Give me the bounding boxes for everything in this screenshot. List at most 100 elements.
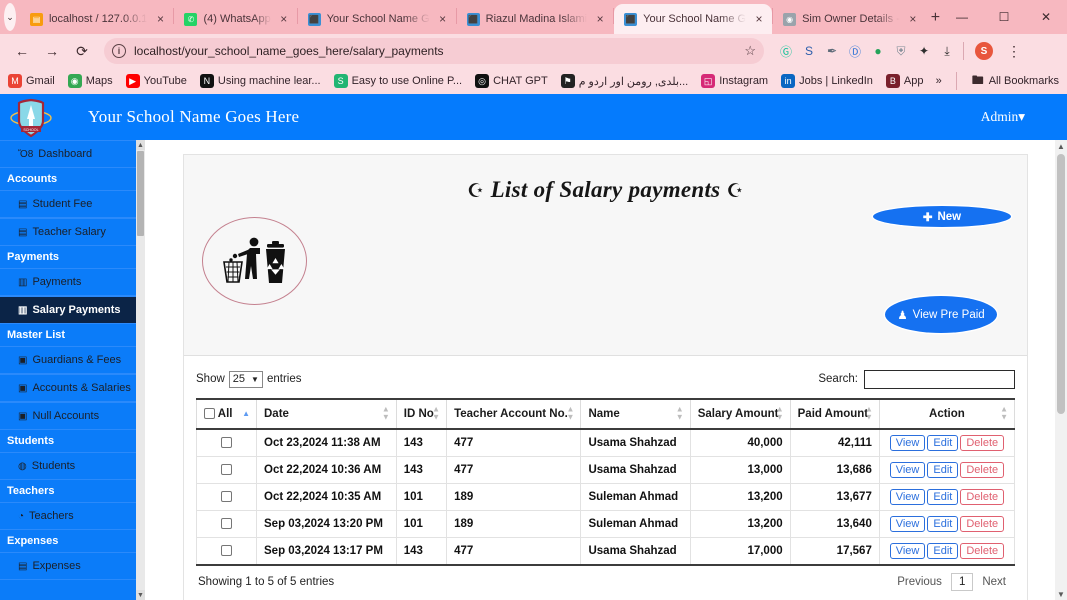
site-info-icon[interactable]: i xyxy=(112,44,126,58)
bookmark-item[interactable]: in Jobs | LinkedIn xyxy=(781,74,873,88)
browser-tab[interactable]: ▤ localhost / 127.0.0.1 × xyxy=(20,4,173,34)
edit-button[interactable]: Edit xyxy=(927,543,959,559)
new-button[interactable]: ✚ New xyxy=(873,206,1011,227)
chrome-menu-button[interactable]: ⋮ xyxy=(1000,37,1028,65)
close-tab-button[interactable]: × xyxy=(752,13,766,25)
sidebar-item-null-accounts[interactable]: ▣ Null Accounts xyxy=(0,402,136,430)
column-select-all[interactable]: All ▲ xyxy=(196,398,257,430)
bookmark-item[interactable]: ◎ CHAT GPT xyxy=(475,74,548,88)
delete-button[interactable]: Delete xyxy=(960,435,1005,451)
minimize-button[interactable]: — xyxy=(941,1,983,33)
close-tab-button[interactable]: × xyxy=(277,13,291,25)
select-all-checkbox[interactable] xyxy=(204,408,215,420)
browser-tab[interactable]: ⬛ Your School Name G × xyxy=(298,4,456,34)
sidebar-scroll-up-icon[interactable]: ▲ xyxy=(136,140,145,150)
s-extension-icon[interactable]: S xyxy=(799,41,819,61)
view-button[interactable]: View xyxy=(889,516,926,532)
bookmark-item[interactable]: ▶ YouTube xyxy=(125,74,187,88)
delete-button[interactable]: Delete xyxy=(960,462,1005,478)
sidebar-scroll-down-icon[interactable]: ▼ xyxy=(136,590,145,600)
sidebar-item-accounts-salaries[interactable]: ▣ Accounts & Salaries xyxy=(0,374,136,402)
delete-button[interactable]: Delete xyxy=(960,543,1005,559)
column-date[interactable]: Date ▲ ▼ xyxy=(256,398,397,430)
docs-extension-icon[interactable]: Ⓓ xyxy=(845,41,865,61)
pen-extension-icon[interactable]: ✒ xyxy=(822,41,842,61)
view-button[interactable]: View xyxy=(889,543,926,559)
sidebar-scrollbar[interactable]: ▲ ▼ xyxy=(136,140,145,600)
profile-button[interactable]: S xyxy=(970,37,998,65)
all-bookmarks-button[interactable]: 🖿 All Bookmarks xyxy=(971,73,1059,88)
browser-tab[interactable]: ✆ (4) WhatsApp × xyxy=(174,4,296,34)
bookmarks-overflow-icon[interactable]: » xyxy=(936,75,942,87)
close-tab-button[interactable]: × xyxy=(593,13,607,25)
bookmark-item[interactable]: ◱ Instagram xyxy=(701,74,768,88)
admin-dropdown[interactable]: Admin▾ xyxy=(981,109,1025,125)
page-scrollbar[interactable]: ▲ ▼ xyxy=(1055,140,1067,600)
sort-icon[interactable]: ▲ xyxy=(242,409,250,418)
edit-button[interactable]: Edit xyxy=(927,489,959,505)
browser-tab[interactable]: ⬛ Riazul Madina Islami × xyxy=(457,4,613,34)
new-tab-button[interactable]: + xyxy=(930,5,941,31)
tab-search-button[interactable]: ⌄ xyxy=(4,3,16,31)
bookmark-item[interactable]: BAppointment - Italy... xyxy=(885,74,923,88)
shield-extension-icon[interactable]: ⛨ xyxy=(891,41,911,61)
row-checkbox[interactable] xyxy=(221,437,232,449)
maximize-button[interactable]: ☐ xyxy=(983,1,1025,33)
bookmark-item[interactable]: M Gmail xyxy=(8,74,55,88)
sort-icon[interactable]: ▲ ▼ xyxy=(382,405,390,423)
sidebar-scroll-thumb[interactable] xyxy=(137,151,144,236)
puzzle-extension-icon[interactable]: ✦ xyxy=(914,41,934,61)
sort-icon[interactable]: ▲ ▼ xyxy=(432,405,440,423)
view-button[interactable]: View xyxy=(889,462,926,478)
reload-button[interactable]: ⟳ xyxy=(68,37,96,65)
recycle-bin-icon[interactable] xyxy=(202,217,307,305)
sidebar-item-payments[interactable]: ▥ Payments xyxy=(0,268,136,296)
edit-button[interactable]: Edit xyxy=(927,462,959,478)
view-button[interactable]: View xyxy=(889,435,926,451)
edit-button[interactable]: Edit xyxy=(927,516,959,532)
row-checkbox[interactable] xyxy=(221,491,232,503)
pagination-next[interactable]: Next xyxy=(975,574,1013,590)
whatsapp-extension-icon[interactable]: ● xyxy=(868,41,888,61)
back-button[interactable]: ← xyxy=(8,37,36,65)
column-name[interactable]: Name ▲ ▼ xyxy=(580,398,691,430)
edit-button[interactable]: Edit xyxy=(927,435,959,451)
sort-icon[interactable]: ▲ ▼ xyxy=(776,405,784,423)
sort-icon[interactable]: ▲ ▼ xyxy=(676,405,684,423)
sidebar-item-students[interactable]: ◍ Students xyxy=(0,452,136,480)
sidebar-item-teacher-salary[interactable]: ▤ Teacher Salary xyxy=(0,218,136,246)
sidebar-item-student-fee[interactable]: ▤ Student Fee xyxy=(0,190,136,218)
sidebar-item-dashboard[interactable]: Ὄ8 Dashboard xyxy=(0,140,136,168)
download-extension-icon[interactable]: ⤓ xyxy=(937,41,957,61)
sidebar-item-guardians-fees[interactable]: ▣ Guardians & Fees xyxy=(0,346,136,374)
close-tab-button[interactable]: × xyxy=(153,13,167,25)
close-window-button[interactable]: ✕ xyxy=(1025,1,1067,33)
page-size-select[interactable]: 25 ▼ xyxy=(228,370,263,388)
sort-icon[interactable]: ▲ ▼ xyxy=(567,405,575,423)
view-button[interactable]: View xyxy=(889,489,926,505)
sort-icon[interactable]: ▲ ▼ xyxy=(1000,405,1008,423)
browser-tab[interactable]: ⬛ Your School Name G × xyxy=(614,4,773,34)
row-checkbox[interactable] xyxy=(221,518,232,530)
row-checkbox[interactable] xyxy=(221,464,232,476)
column-paid-amount[interactable]: Paid Amount ▲ ▼ xyxy=(789,398,880,430)
bookmark-item[interactable]: S Easy to use Online P... xyxy=(333,74,462,88)
delete-button[interactable]: Delete xyxy=(960,516,1005,532)
forward-button[interactable]: → xyxy=(38,37,66,65)
close-tab-button[interactable]: × xyxy=(906,13,920,25)
view-pre-paid-button[interactable]: ♟ View Pre Paid xyxy=(885,296,997,333)
sidebar-item-teachers[interactable]: ◔ Teachers xyxy=(0,502,136,530)
column-salary-amount[interactable]: Salary Amount ▲ ▼ xyxy=(689,398,791,430)
sort-icon[interactable]: ▲ ▼ xyxy=(865,405,873,423)
column-action[interactable]: Action ▲ ▼ xyxy=(878,398,1016,430)
bookmark-item[interactable]: ◉ Maps xyxy=(67,74,113,88)
page-scroll-down-icon[interactable]: ▼ xyxy=(1055,588,1067,600)
address-bar[interactable]: i localhost/your_school_name_goes_here/s… xyxy=(104,38,764,64)
bookmark-star-icon[interactable]: ☆ xyxy=(744,43,756,59)
sidebar-item-expenses[interactable]: ▤ Expenses xyxy=(0,552,136,580)
row-checkbox[interactable] xyxy=(221,545,232,557)
sidebar-item-salary-payments[interactable]: ▥ Salary Payments xyxy=(0,296,136,324)
search-input[interactable] xyxy=(864,369,1015,389)
pagination-page-1[interactable]: 1 xyxy=(950,573,974,591)
page-scroll-up-icon[interactable]: ▲ xyxy=(1055,140,1067,152)
